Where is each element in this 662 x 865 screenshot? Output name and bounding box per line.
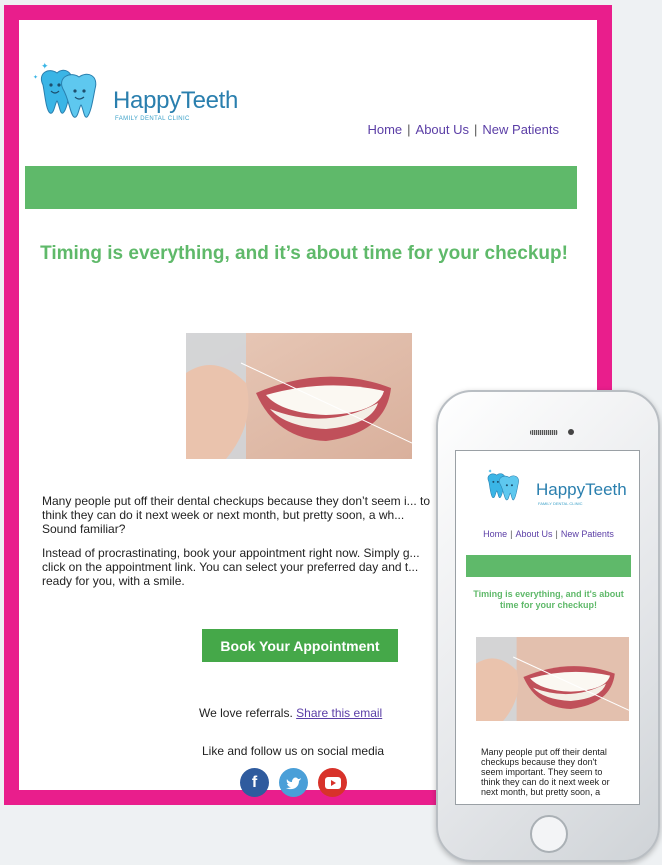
hero-image xyxy=(186,333,412,459)
svg-text:✦: ✦ xyxy=(488,468,493,475)
mobile-headline: Timing is everything, and it's about tim… xyxy=(473,589,624,610)
facebook-icon[interactable]: f xyxy=(240,768,269,797)
social-icons: f xyxy=(240,768,347,797)
tooth-logo-icon: ✦ xyxy=(488,468,519,501)
youtube-icon[interactable] xyxy=(318,768,347,797)
phone-speaker xyxy=(530,430,558,435)
brand-tagline: FAMILY DENTAL CLINIC xyxy=(115,116,190,122)
phone-home-button[interactable] xyxy=(530,815,568,853)
svg-text:✦: ✦ xyxy=(33,74,38,81)
mobile-green-banner xyxy=(466,555,631,577)
mobile-hero-image xyxy=(476,637,629,721)
share-email-link[interactable]: Share this email xyxy=(296,706,382,720)
green-banner xyxy=(25,166,577,209)
mobile-email-preview: ✦ HappyTeeth FAMILY DENTAL CLINIC Home | A… xyxy=(455,450,640,805)
social-label: Like and follow us on social media xyxy=(202,744,385,758)
phone-mockup: ✦ HappyTeeth FAMILY DENTAL CLINIC Home | A… xyxy=(436,390,660,862)
brand-name: HappyTeeth xyxy=(113,87,239,114)
body-paragraph-2: Instead of procrastinating, book your ap… xyxy=(42,546,420,588)
brand-logo[interactable]: ✦ ✦ HappyTeeth FAMILY DENTAL CLINIC xyxy=(29,55,269,135)
mobile-top-nav: Home | About Us | New Patients xyxy=(456,529,639,539)
book-appointment-button[interactable]: Book Your Appointment xyxy=(202,629,398,662)
body-paragraph-1: Many people put off their dental checkup… xyxy=(42,494,431,536)
twitter-icon[interactable] xyxy=(279,768,308,797)
email-headline: Timing is everything, and it’s about tim… xyxy=(40,243,568,264)
nav-about-link[interactable]: About Us xyxy=(416,122,469,137)
referral-line: We love referrals. Share this email xyxy=(199,706,382,720)
mobile-nav-new-patients-link[interactable]: New Patients xyxy=(561,529,614,539)
tooth-logo-icon: ✦ ✦ xyxy=(33,61,97,118)
email-body: Many people put off their dental checkup… xyxy=(42,494,437,598)
mobile-brand-tagline: FAMILY DENTAL CLINIC xyxy=(538,501,583,506)
nav-separator: | xyxy=(555,529,558,539)
phone-camera xyxy=(568,429,574,435)
mobile-nav-about-link[interactable]: About Us xyxy=(515,529,552,539)
nav-new-patients-link[interactable]: New Patients xyxy=(482,122,559,137)
mobile-email-body: Many people put off their dental checkup… xyxy=(481,747,610,797)
top-nav: Home | About Us | New Patients xyxy=(367,122,559,137)
svg-text:✦: ✦ xyxy=(41,61,49,71)
mobile-nav-home-link[interactable]: Home xyxy=(483,529,507,539)
referral-text: We love referrals. xyxy=(199,706,293,720)
mobile-brand-name: HappyTeeth xyxy=(536,480,627,499)
nav-separator: | xyxy=(474,122,478,137)
nav-separator: | xyxy=(407,122,411,137)
nav-home-link[interactable]: Home xyxy=(367,122,402,137)
mobile-brand-logo[interactable]: ✦ HappyTeeth FAMILY DENTAL CLINIC xyxy=(476,465,636,510)
